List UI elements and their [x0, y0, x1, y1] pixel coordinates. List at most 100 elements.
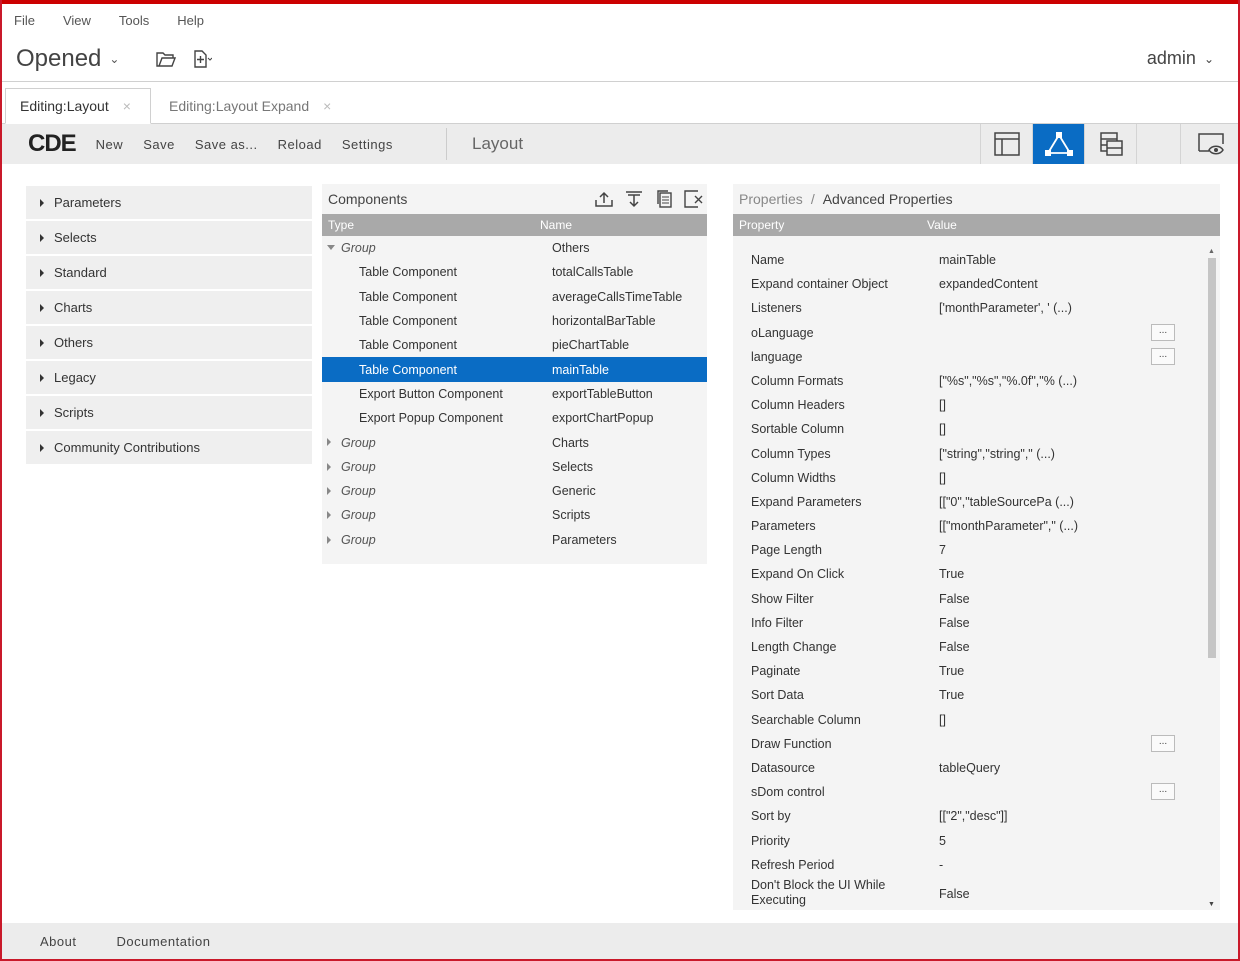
property-value[interactable]: []: [939, 398, 946, 412]
edit-property-button[interactable]: ...: [1151, 783, 1175, 801]
property-row[interactable]: Expand container Object expandedContent: [733, 272, 1205, 296]
datasources-perspective-button[interactable]: [1084, 124, 1136, 164]
components-perspective-button[interactable]: [1032, 124, 1084, 164]
property-value[interactable]: False: [939, 592, 970, 606]
property-row[interactable]: Length Change False: [733, 635, 1205, 659]
palette-selects[interactable]: Selects: [26, 221, 312, 254]
property-row[interactable]: language...: [733, 345, 1205, 369]
property-value[interactable]: []: [939, 713, 946, 727]
property-value[interactable]: [["2","desc"]]: [939, 809, 1007, 823]
duplicate-icon[interactable]: [653, 188, 675, 210]
property-row[interactable]: Info Filter False: [733, 611, 1205, 635]
property-row[interactable]: Expand On Click True: [733, 562, 1205, 586]
properties-tab[interactable]: Properties: [739, 191, 803, 207]
palette-others[interactable]: Others: [26, 326, 312, 359]
palette-scripts[interactable]: Scripts: [26, 396, 312, 429]
property-value[interactable]: tableQuery: [939, 761, 1000, 775]
property-row[interactable]: Searchable Column []: [733, 708, 1205, 732]
property-value[interactable]: []: [939, 471, 946, 485]
menu-view[interactable]: View: [63, 13, 91, 28]
property-row[interactable]: Paginate True: [733, 659, 1205, 683]
close-icon[interactable]: ×: [323, 98, 331, 114]
property-row[interactable]: Name mainTable: [733, 248, 1205, 272]
component-row[interactable]: Export Popup Component exportChartPopup: [322, 406, 707, 430]
palette-parameters[interactable]: Parameters: [26, 186, 312, 219]
palette-legacy[interactable]: Legacy: [26, 361, 312, 394]
tab-editing-layout-expand[interactable]: Editing:Layout Expand ×: [155, 88, 345, 124]
save-button[interactable]: Save: [143, 137, 175, 152]
property-value[interactable]: mainTable: [939, 253, 996, 267]
property-value[interactable]: False: [939, 887, 970, 901]
property-row[interactable]: Refresh Period -: [733, 853, 1205, 877]
property-value[interactable]: ["string","string"," (...): [939, 447, 1055, 461]
property-value[interactable]: True: [939, 688, 964, 702]
group-row[interactable]: Group Selects: [322, 455, 707, 479]
property-row[interactable]: Datasource tableQuery: [733, 756, 1205, 780]
component-row[interactable]: Table Component averageCallsTimeTable: [322, 285, 707, 309]
property-row[interactable]: Don't Block the UI While Executing False: [733, 877, 1205, 907]
group-row[interactable]: Group Scripts: [322, 503, 707, 527]
move-up-icon[interactable]: [593, 188, 615, 210]
property-value[interactable]: -: [939, 858, 943, 872]
edit-property-button[interactable]: ...: [1151, 347, 1175, 365]
move-down-icon[interactable]: [623, 188, 645, 210]
property-row[interactable]: Priority 5: [733, 829, 1205, 853]
menu-file[interactable]: File: [14, 13, 35, 28]
palette-community-contributions[interactable]: Community Contributions: [26, 431, 312, 464]
close-icon[interactable]: ×: [123, 98, 131, 114]
layout-perspective-button[interactable]: [980, 124, 1032, 164]
opened-dropdown[interactable]: Opened ⌄: [16, 45, 119, 73]
scroll-down-icon[interactable]: ▼: [1208, 901, 1215, 908]
reload-button[interactable]: Reload: [278, 137, 322, 152]
property-row[interactable]: sDom control...: [733, 780, 1205, 804]
property-row[interactable]: Listeners ['monthParameter', ' (...): [733, 296, 1205, 320]
caret-right-icon[interactable]: [327, 438, 331, 447]
edit-property-button[interactable]: ...: [1151, 734, 1175, 752]
property-row[interactable]: Parameters [["monthParameter"," (...): [733, 514, 1205, 538]
property-value[interactable]: []: [939, 422, 946, 436]
properties-scrollbar[interactable]: ▲ ▼: [1206, 248, 1218, 908]
settings-button[interactable]: Settings: [342, 137, 393, 152]
property-value[interactable]: True: [939, 567, 964, 581]
property-row[interactable]: Sort by [["2","desc"]]: [733, 804, 1205, 828]
property-row[interactable]: Page Length 7: [733, 538, 1205, 562]
scrollbar-thumb[interactable]: [1208, 258, 1216, 658]
tab-editing-layout[interactable]: Editing:Layout ×: [5, 88, 151, 124]
caret-right-icon[interactable]: [327, 511, 331, 520]
property-row[interactable]: Column Types ["string","string"," (...): [733, 442, 1205, 466]
scroll-up-icon[interactable]: ▲: [1208, 248, 1215, 255]
about-link[interactable]: About: [40, 934, 76, 949]
property-value[interactable]: False: [939, 616, 970, 630]
caret-right-icon[interactable]: [327, 462, 331, 471]
component-row[interactable]: Table Component horizontalBarTable: [322, 309, 707, 333]
property-row[interactable]: Sortable Column []: [733, 417, 1205, 441]
property-value[interactable]: True: [939, 664, 964, 678]
property-row[interactable]: Column Widths []: [733, 466, 1205, 490]
property-value[interactable]: False: [939, 640, 970, 654]
caret-down-icon[interactable]: [327, 245, 335, 250]
menu-tools[interactable]: Tools: [119, 13, 149, 28]
new-button[interactable]: New: [96, 137, 124, 152]
property-row[interactable]: Column Formats ["%s","%s","%.0f","% (...): [733, 369, 1205, 393]
caret-right-icon[interactable]: [327, 535, 331, 544]
property-value[interactable]: ['monthParameter', ' (...): [939, 301, 1072, 315]
property-row[interactable]: Show Filter False: [733, 587, 1205, 611]
property-row[interactable]: Column Headers []: [733, 393, 1205, 417]
property-value[interactable]: [["monthParameter"," (...): [939, 519, 1078, 533]
palette-standard[interactable]: Standard: [26, 256, 312, 289]
property-value[interactable]: 7: [939, 543, 946, 557]
property-value[interactable]: [["0","tableSourcePa (...): [939, 495, 1074, 509]
documentation-link[interactable]: Documentation: [116, 934, 210, 949]
component-row[interactable]: Table Component totalCallsTable: [322, 260, 707, 284]
new-file-icon[interactable]: [191, 48, 213, 70]
property-row[interactable]: Sort Data True: [733, 683, 1205, 707]
property-row[interactable]: Draw Function...: [733, 732, 1205, 756]
save-as-button[interactable]: Save as...: [195, 137, 258, 152]
component-row[interactable]: Table Component pieChartTable: [322, 333, 707, 357]
edit-property-button[interactable]: ...: [1151, 323, 1175, 341]
advanced-properties-tab[interactable]: Advanced Properties: [823, 191, 953, 207]
user-menu[interactable]: admin ⌄: [1147, 48, 1214, 69]
delete-icon[interactable]: [683, 188, 705, 210]
preview-button[interactable]: [1180, 124, 1240, 164]
property-value[interactable]: 5: [939, 834, 946, 848]
